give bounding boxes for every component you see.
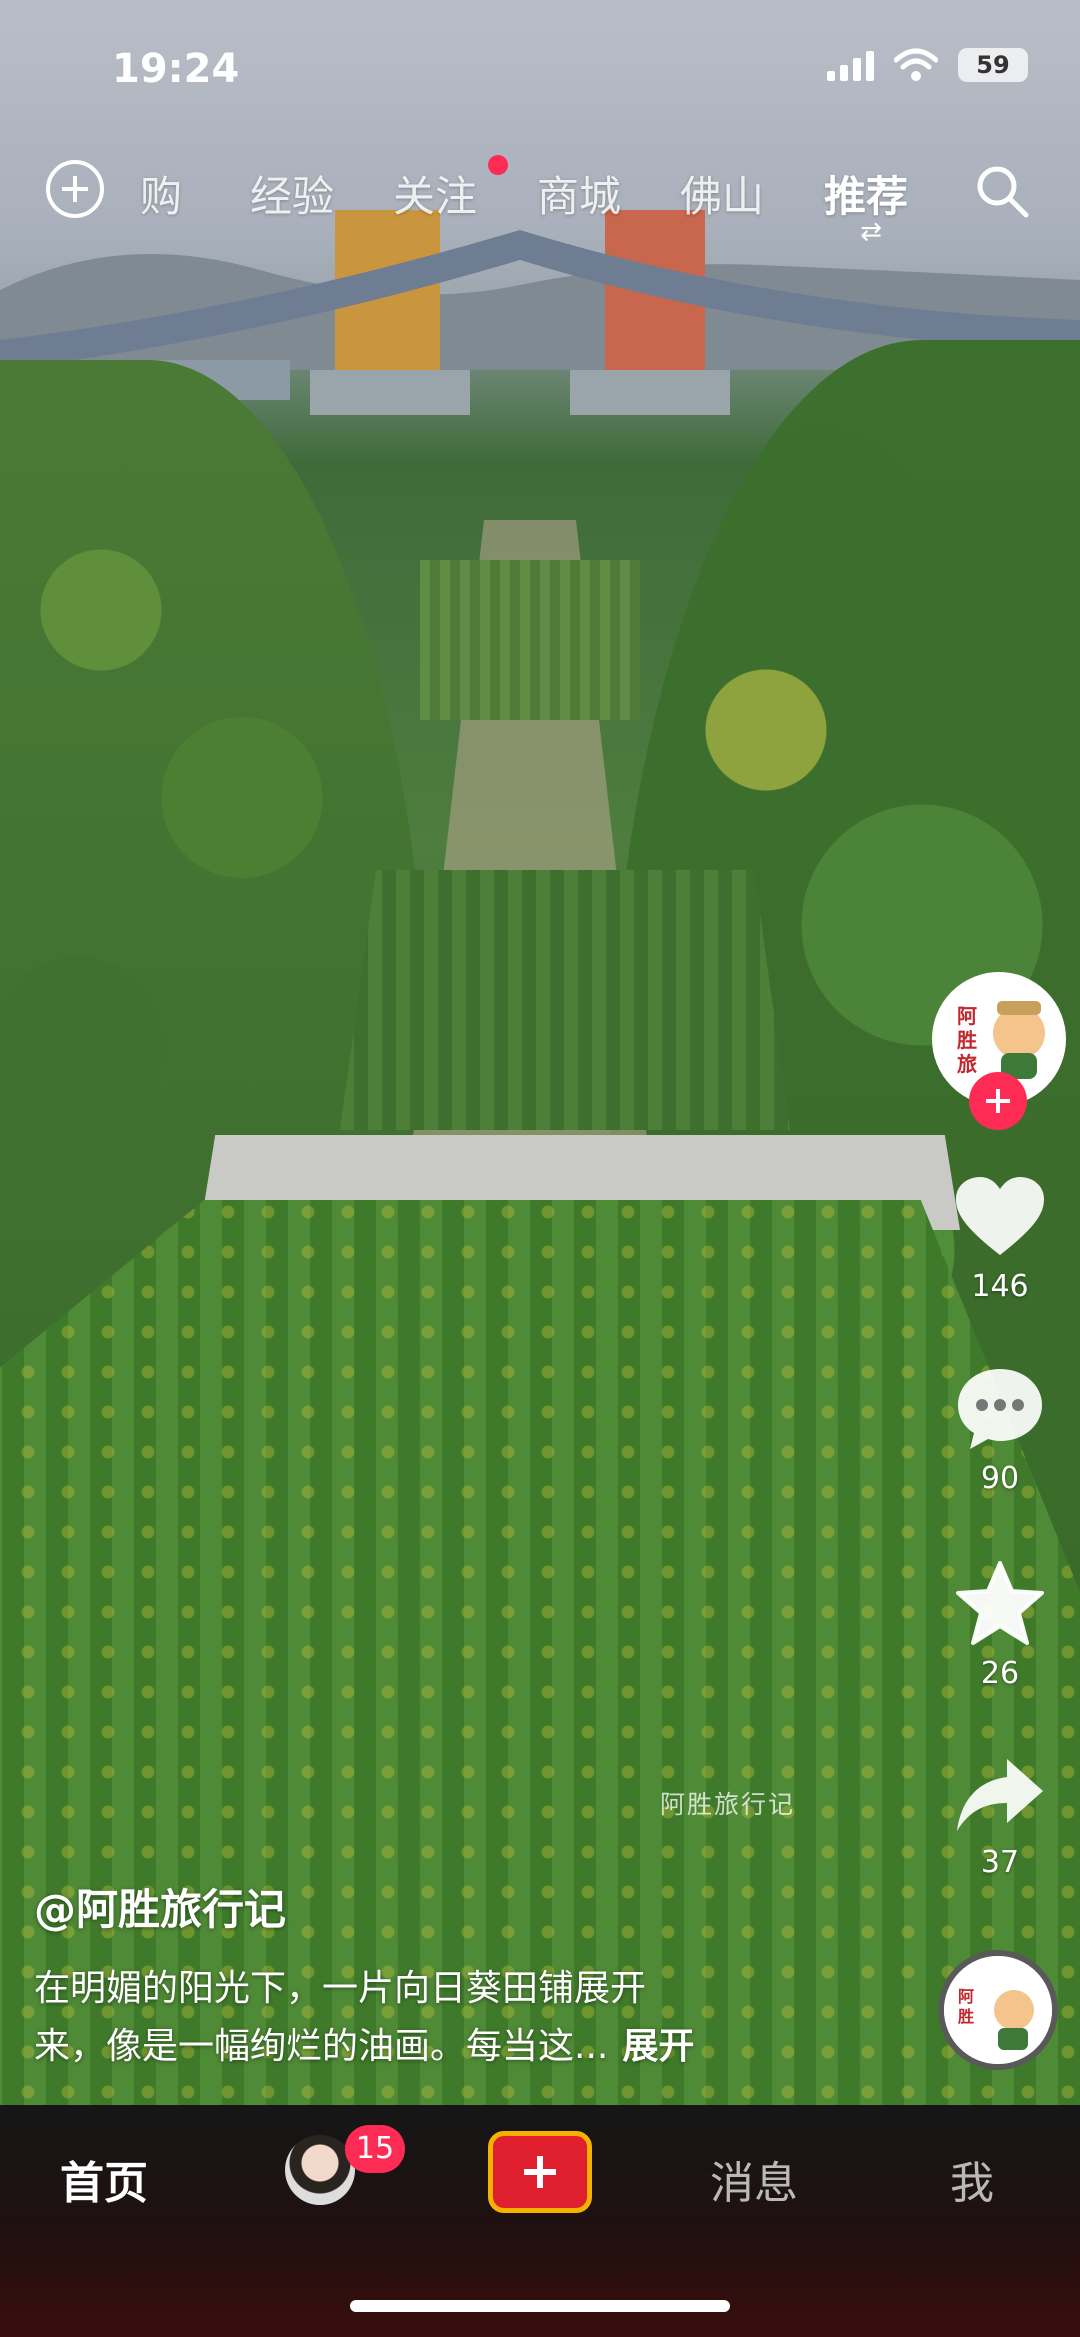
cellular-signal-icon	[827, 49, 874, 81]
add-circle-icon[interactable]	[46, 160, 104, 218]
bottom-tab-bar: 首页 15 消息 我	[0, 2105, 1080, 2337]
friends-badge: 15	[345, 2125, 405, 2173]
description-line-2-text: 来，像是一幅绚烂的油画。每当这...	[34, 2026, 609, 2067]
author-handle[interactable]: @阿胜旅行记	[34, 1876, 286, 1937]
svg-text:胜: 胜	[957, 1028, 977, 1052]
description-line-1: 在明媚的阳光下，一片向日葵田铺展开	[34, 1968, 647, 2009]
comment-button[interactable]: 90	[920, 1365, 1080, 1496]
tab-experience[interactable]: 经验	[250, 163, 334, 224]
star-icon	[956, 1561, 1044, 1645]
like-count: 146	[971, 1269, 1029, 1304]
battery-indicator: 59	[958, 48, 1028, 82]
tab-following[interactable]: 关注	[393, 163, 477, 224]
share-arrow-icon	[957, 1759, 1043, 1831]
heart-icon	[956, 1177, 1044, 1255]
svg-text:阿: 阿	[957, 1004, 977, 1028]
tab-recommended[interactable]: 推荐	[824, 163, 908, 224]
svg-text:阿: 阿	[958, 1987, 974, 2006]
create-button[interactable]	[488, 2131, 592, 2213]
far-flower-field	[420, 560, 640, 720]
video-description[interactable]: 在明媚的阳光下，一片向日葵田铺展开 来，像是一幅绚烂的油画。每当这... 展开	[34, 1960, 814, 2076]
tab-mall[interactable]: 商城	[537, 163, 621, 224]
tab-foshan[interactable]: 佛山	[680, 163, 764, 224]
music-disc-icon: 阿 胜	[944, 1956, 1052, 2064]
status-time: 19:24	[112, 46, 240, 92]
favorite-button[interactable]: 26	[920, 1560, 1080, 1691]
comment-icon	[958, 1369, 1042, 1449]
search-icon[interactable]	[972, 161, 1032, 221]
switch-arrows-icon: ⇄	[860, 217, 882, 247]
top-nav: 购 经验 关注 商城 佛山 推荐 ⇄	[0, 155, 1080, 245]
status-icons: 59	[827, 48, 1028, 82]
tab-messages[interactable]: 消息	[710, 2147, 798, 2211]
plus-icon	[524, 2156, 556, 2188]
favorite-count: 26	[980, 1656, 1020, 1691]
share-button[interactable]: 37	[920, 1755, 1080, 1880]
tab-home[interactable]: 首页	[60, 2147, 148, 2211]
share-count: 37	[980, 1845, 1020, 1880]
tab-me[interactable]: 我	[950, 2147, 994, 2211]
svg-text:胜: 胜	[958, 2007, 974, 2026]
following-notification-dot	[488, 155, 508, 175]
video-watermark: 阿胜旅行记	[660, 1790, 796, 1819]
follow-button[interactable]	[969, 1072, 1027, 1130]
plus-icon	[986, 1089, 1010, 1113]
wifi-icon	[894, 48, 938, 81]
svg-text:旅: 旅	[957, 1052, 977, 1076]
description-line-2: 来，像是一幅绚烂的油画。每当这... 展开	[34, 2018, 814, 2076]
home-indicator[interactable]	[350, 2300, 730, 2312]
middle-sunflower-field	[340, 870, 790, 1130]
music-disc[interactable]: 阿 胜	[938, 1950, 1058, 2070]
expand-link[interactable]: 展开	[622, 2026, 694, 2067]
video-frame[interactable]: 阿胜旅行记	[0, 0, 1080, 2105]
tab-shopping[interactable]: 购	[140, 163, 182, 224]
like-button[interactable]: 146	[920, 1175, 1080, 1304]
comment-count: 90	[980, 1461, 1020, 1496]
